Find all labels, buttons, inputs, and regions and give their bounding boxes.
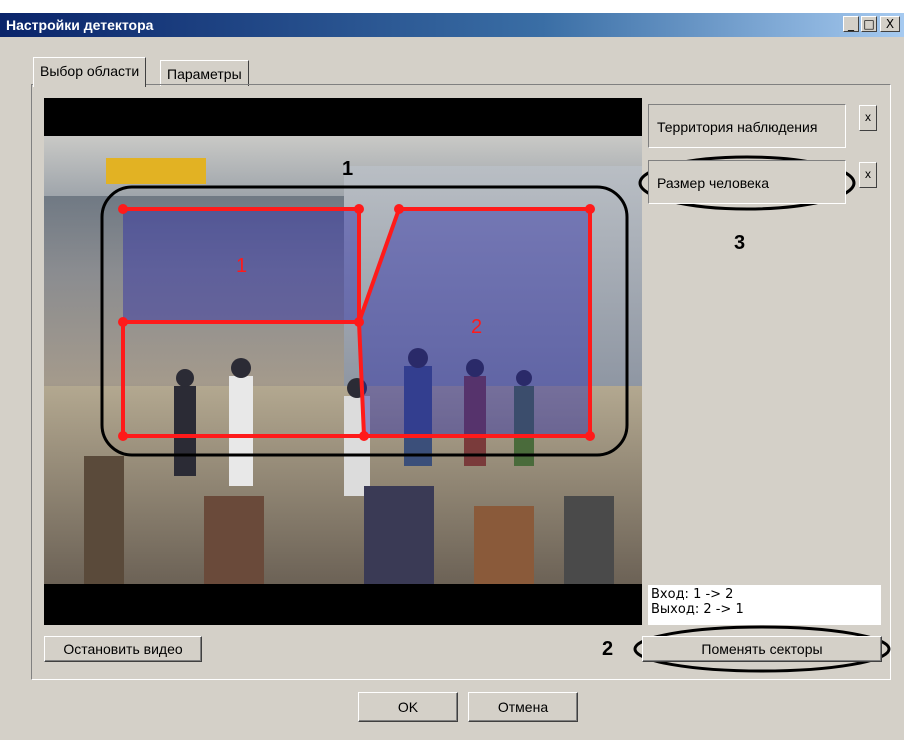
person-size-remove-button[interactable]: x — [859, 162, 877, 188]
zone-handle[interactable] — [394, 204, 404, 214]
zone-handle[interactable] — [359, 431, 369, 441]
zone-handle[interactable] — [118, 431, 128, 441]
territory-button[interactable]: Территория наблюдения — [648, 104, 846, 148]
zone-handle[interactable] — [354, 317, 364, 327]
zone-2-label: 2 — [471, 316, 482, 338]
exit-direction: Выход: 2 -> 1 — [651, 602, 744, 617]
zone-1-label: 1 — [236, 255, 247, 277]
annotation-number-1: 1 — [342, 158, 354, 180]
entry-direction: Вход: 1 -> 2 — [651, 587, 734, 602]
annotation-number-2: 2 — [602, 638, 614, 660]
swap-sectors-button[interactable]: Поменять секторы — [642, 636, 882, 662]
tab-area-selection[interactable]: Выбор области — [33, 57, 147, 87]
zone-handle[interactable] — [585, 431, 595, 441]
detector-settings-window: Настройки детектора _ □ X Выбор области … — [0, 0, 904, 740]
territory-remove-button[interactable]: x — [859, 105, 877, 131]
annotation-number-3: 3 — [734, 232, 746, 254]
stop-video-button[interactable]: Остановить видео — [44, 636, 202, 662]
zone-handle[interactable] — [118, 317, 128, 327]
zone-handle[interactable] — [354, 204, 364, 214]
zone-handle[interactable] — [585, 204, 595, 214]
cancel-button[interactable]: Отмена — [468, 692, 578, 722]
direction-info: Вход: 1 -> 2 Выход: 2 -> 1 — [648, 585, 881, 625]
ok-button[interactable]: OK — [358, 692, 458, 722]
zone-handle[interactable] — [118, 204, 128, 214]
person-size-button[interactable]: Размер человека — [648, 160, 846, 204]
